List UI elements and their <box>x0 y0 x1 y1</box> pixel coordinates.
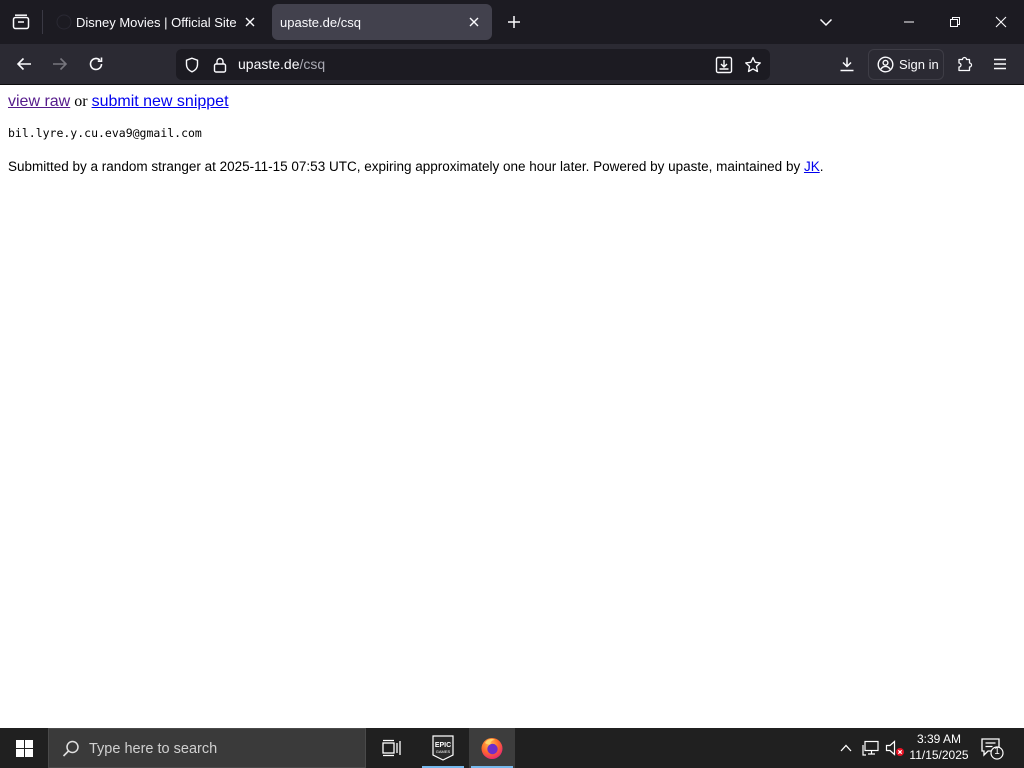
footer-text: Submitted by a random stranger at 2025-1… <box>8 159 801 174</box>
list-all-tabs-button[interactable] <box>814 10 838 34</box>
disney-favicon-icon <box>56 14 72 30</box>
url-domain: upaste.de <box>238 56 300 72</box>
lock-icon <box>213 57 227 73</box>
page-content: view raw or submit new snippet bil.lyre.… <box>0 86 1024 728</box>
tab-title: Disney Movies | Official Site <box>76 14 236 30</box>
chevron-up-icon <box>840 744 852 752</box>
notification-center-button[interactable]: 1 <box>980 736 1004 760</box>
account-icon <box>877 56 894 73</box>
svg-text:GAMES: GAMES <box>436 749 451 754</box>
maintainer-link[interactable]: JK <box>804 159 820 174</box>
taskbar: Type here to search EPIC GAMES 3:39 AM 1… <box>0 728 1024 768</box>
task-view-button[interactable] <box>369 728 415 768</box>
forward-button[interactable] <box>45 50 75 78</box>
volume-button[interactable] <box>885 738 905 758</box>
view-raw-link[interactable]: view raw <box>8 93 70 110</box>
firefox-icon <box>481 738 503 759</box>
search-placeholder: Type here to search <box>89 741 218 757</box>
tab-list-button[interactable] <box>0 0 42 44</box>
save-to-pocket-icon <box>715 56 733 74</box>
shield-icon <box>185 57 199 73</box>
network-icon <box>862 740 879 756</box>
puzzle-piece-icon <box>958 56 973 72</box>
epic-games-launcher[interactable]: EPIC GAMES <box>420 728 466 768</box>
app-menu-button[interactable] <box>985 50 1015 78</box>
search-icon <box>62 740 79 757</box>
restore-button[interactable] <box>932 0 978 44</box>
clock-time: 3:39 AM <box>916 732 962 746</box>
system-clock[interactable]: 3:39 AM 11/15/2025 <box>904 731 974 763</box>
back-button[interactable] <box>9 50 39 78</box>
tab-disney[interactable]: Disney Movies | Official Site <box>46 4 268 40</box>
volume-muted-icon <box>885 740 904 756</box>
browser-tab-strip: Disney Movies | Official Site upaste.de/… <box>0 0 1024 44</box>
extensions-button[interactable] <box>950 50 980 78</box>
close-icon <box>245 17 255 27</box>
start-button[interactable] <box>0 728 48 768</box>
close-tab-button[interactable] <box>240 12 260 32</box>
url-path: /csq <box>299 56 326 72</box>
site-info-button[interactable] <box>209 54 231 76</box>
download-icon <box>840 57 854 72</box>
hamburger-menu-icon <box>994 58 1006 70</box>
minimize-icon <box>904 21 914 23</box>
task-view-icon <box>382 739 401 757</box>
back-arrow-icon <box>16 57 31 71</box>
reload-icon <box>89 57 103 71</box>
address-bar[interactable]: upaste.de/csq <box>176 49 770 80</box>
close-window-button[interactable] <box>978 0 1024 44</box>
taskbar-search-box[interactable]: Type here to search <box>48 728 366 768</box>
show-hidden-icons-button[interactable] <box>836 738 856 758</box>
close-icon <box>995 16 1007 28</box>
bookmark-button[interactable] <box>742 54 764 76</box>
sign-in-button[interactable]: Sign in <box>868 49 944 80</box>
tab-title: upaste.de/csq <box>280 14 361 30</box>
network-button[interactable] <box>861 738 881 758</box>
snippet-actions: view raw or submit new snippet <box>8 93 229 111</box>
submit-new-snippet-link[interactable]: submit new snippet <box>92 93 229 110</box>
footer-end: . <box>819 159 824 174</box>
close-tab-button[interactable] <box>464 12 484 32</box>
plus-icon <box>508 16 520 28</box>
save-page-button[interactable] <box>713 54 735 76</box>
reload-button[interactable] <box>81 50 111 78</box>
tab-upaste[interactable]: upaste.de/csq <box>272 4 492 40</box>
firefox-taskbar-button[interactable] <box>469 728 515 768</box>
minimize-button[interactable] <box>886 0 932 44</box>
forward-arrow-icon <box>53 57 68 71</box>
svg-text:EPIC: EPIC <box>435 742 451 749</box>
navigation-toolbar: upaste.de/csq Sign in <box>0 44 1024 85</box>
or-text: or <box>74 93 88 110</box>
epic-games-icon: EPIC GAMES <box>432 735 454 761</box>
submission-footer: Submitted by a random stranger at 2025-1… <box>8 159 824 174</box>
restore-icon <box>950 17 960 27</box>
snippet-text: bil.lyre.y.cu.eva9@gmail.com <box>8 126 202 140</box>
tab-separator <box>42 10 43 34</box>
tab-list-icon <box>12 14 30 30</box>
close-icon <box>469 17 479 27</box>
new-tab-button[interactable] <box>502 10 526 34</box>
notification-count: 1 <box>994 746 1000 757</box>
downloads-button[interactable] <box>832 50 862 78</box>
chevron-down-icon <box>819 18 833 27</box>
tracking-protection-button[interactable] <box>181 54 203 76</box>
sign-in-label: Sign in <box>899 57 939 72</box>
star-icon <box>745 56 761 73</box>
url-text[interactable]: upaste.de/csq <box>238 56 325 72</box>
clock-date: 11/15/2025 <box>909 748 969 762</box>
windows-logo-icon <box>15 739 33 757</box>
